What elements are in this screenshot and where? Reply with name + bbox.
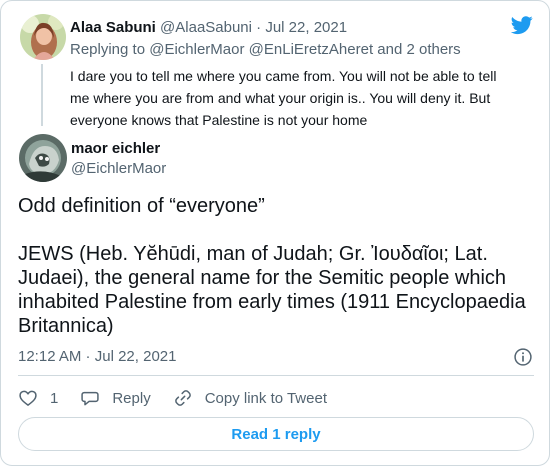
speech-bubble-icon (81, 391, 100, 406)
read-replies-button[interactable]: Read 1 reply (18, 417, 534, 451)
tweet-time: 12:12 AM (18, 348, 82, 365)
tweet-timestamp[interactable]: 12:12 AM · Jul 22, 2021 (18, 347, 176, 366)
twitter-bird-icon[interactable] (511, 14, 533, 36)
tweet-actions: 1 Reply Copy link to Tweet (18, 387, 349, 409)
parent-author-name[interactable]: Alaa Sabuni (70, 19, 156, 36)
avatar-photo (19, 134, 67, 182)
header-separator: · (252, 19, 266, 36)
parent-tweet-text: I dare you to tell me where you came fro… (70, 65, 540, 131)
tweet-text-line: Judaei), the general name for the Semiti… (18, 267, 507, 289)
read-replies-label: Read 1 reply (231, 425, 321, 443)
info-icon[interactable] (513, 347, 533, 367)
reply-button[interactable]: Reply (80, 388, 151, 408)
copy-link-button[interactable]: Copy link to Tweet (173, 388, 327, 408)
avatar-maor-eichler[interactable] (19, 134, 67, 182)
avatar-photo (20, 14, 66, 60)
avatar-alaa-sabuni[interactable] (20, 14, 66, 60)
parent-text-line: everyone knows that Palestine is not you… (70, 112, 368, 128)
author-handle[interactable]: @EichlerMaor (71, 159, 166, 178)
parent-author-handle[interactable]: @AlaaSabuni (160, 19, 252, 36)
copy-link-label: Copy link to Tweet (204, 389, 327, 407)
reply-label: Reply (112, 389, 151, 407)
replying-prefix: Replying to (70, 41, 150, 58)
tweet-card: Alaa Sabuni @AlaaSabuni · Jul 22, 2021 R… (0, 0, 550, 466)
parent-handle-text: @AlaaSabuni (160, 19, 252, 36)
tweet-text-line: inhabited Palestine from early times (19… (18, 291, 526, 313)
like-count: 1 (50, 389, 59, 407)
replying-others[interactable]: and 2 others (373, 41, 460, 58)
parent-text-line: me where you are from and what your orig… (70, 90, 491, 106)
heart-icon (19, 390, 37, 406)
tweet-text-line: Britannica) (18, 315, 114, 337)
tweet-text-line: Odd definition of “everyone” (18, 195, 265, 217)
divider (18, 375, 534, 376)
parent-tweet-date[interactable]: Jul 22, 2021 (265, 19, 347, 36)
tweet-date: Jul 22, 2021 (94, 348, 177, 365)
timestamp-separator: · (81, 348, 95, 365)
parent-text-line: I dare you to tell me where you came fro… (70, 68, 497, 84)
parent-tweet-header: Alaa Sabuni @AlaaSabuni · Jul 22, 2021 (70, 18, 347, 37)
author-name[interactable]: maor eichler (71, 139, 160, 158)
thread-connector-line (41, 64, 43, 126)
replying-user-2[interactable]: @EnLiEretzAheret (249, 41, 373, 58)
replying-to-line: Replying to @EichlerMaor @EnLiEretzAhere… (70, 40, 461, 59)
replying-user-1[interactable]: @EichlerMaor (149, 41, 244, 58)
tweet-text: Odd definition of “everyone” JEWS (Heb. … (18, 194, 538, 338)
tweet-text-line: JEWS (Heb. Yĕhūdi, man of Judah; Gr. Ἰου… (18, 243, 488, 265)
like-button[interactable]: 1 (18, 388, 58, 408)
link-icon (174, 390, 191, 406)
